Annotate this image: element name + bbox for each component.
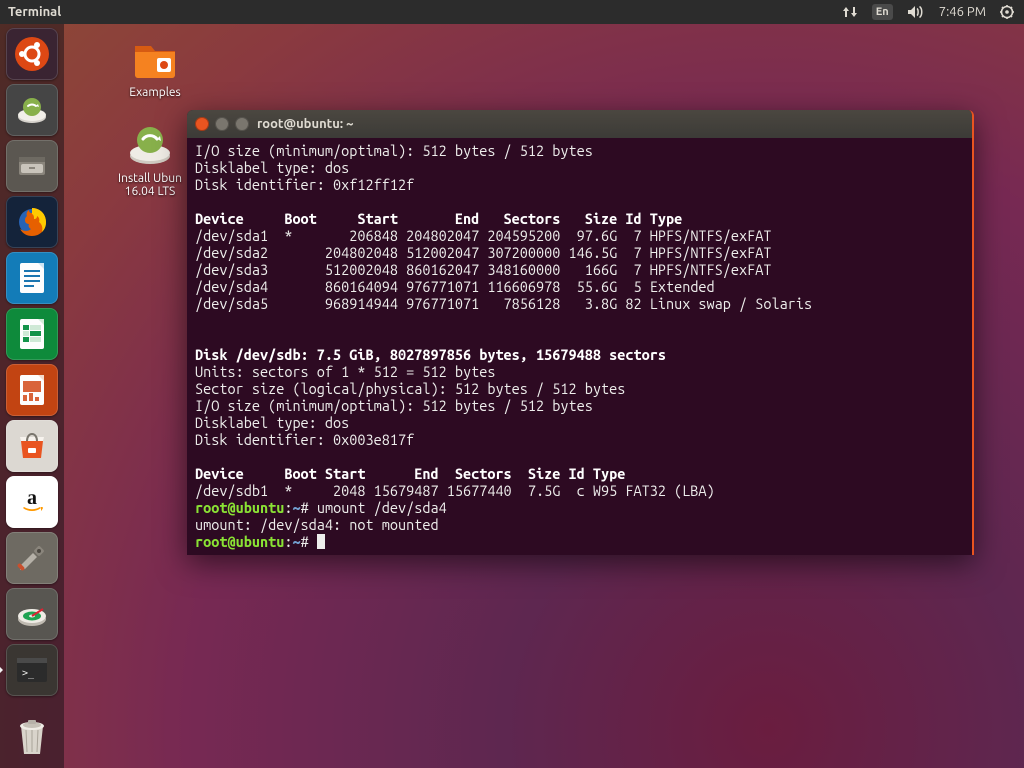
term-header: Disk /dev/sdb: 7.5 GiB, 8027897856 bytes… xyxy=(195,346,666,363)
term-line: Disklabel type: dos xyxy=(195,414,349,431)
ime-label: En xyxy=(872,4,893,20)
cursor-icon xyxy=(317,534,325,549)
desktop-icon-label-line2: 16.04 LTS xyxy=(100,185,200,198)
launcher-gparted[interactable] xyxy=(6,588,58,640)
term-row: /dev/sda3 512002048 860162047 348160000 … xyxy=(195,261,772,278)
install-icon xyxy=(126,120,174,168)
launcher-software[interactable] xyxy=(6,420,58,472)
prompt-sym: # xyxy=(301,499,309,516)
launcher: a >_ xyxy=(0,24,64,768)
launcher-amazon[interactable]: a xyxy=(6,476,58,528)
launcher-firefox[interactable] xyxy=(6,196,58,248)
session-indicator[interactable] xyxy=(1000,5,1014,19)
term-row: /dev/sdb1 * 2048 15679487 15677440 7.5G … xyxy=(195,482,715,499)
trash-icon xyxy=(12,714,52,758)
desktop-icon-examples[interactable]: Examples xyxy=(105,34,205,99)
term-line: umount: /dev/sda4: not mounted xyxy=(195,516,439,533)
menubar-app-title: Terminal xyxy=(0,5,61,19)
term-line: Disk identifier: 0x003e817f xyxy=(195,431,414,448)
calc-icon xyxy=(17,317,47,351)
term-cmd: umount /dev/sda4 xyxy=(317,499,447,516)
launcher-calc[interactable] xyxy=(6,308,58,360)
writer-icon xyxy=(17,261,47,295)
term-line: Sector size (logical/physical): 512 byte… xyxy=(195,380,625,397)
launcher-ubiquity[interactable] xyxy=(6,84,58,136)
amazon-icon: a xyxy=(17,487,47,517)
clock-indicator[interactable]: 7:46 PM xyxy=(939,5,986,19)
firefox-icon xyxy=(14,204,50,240)
term-row: /dev/sda1 * 206848 204802047 204595200 9… xyxy=(195,227,772,244)
gear-icon xyxy=(1000,5,1014,19)
clock-text: 7:46 PM xyxy=(939,5,986,19)
term-line: Units: sectors of 1 * 512 = 512 bytes xyxy=(195,363,495,380)
prompt-user: root@ubuntu xyxy=(195,533,284,550)
launcher-settings[interactable] xyxy=(6,532,58,584)
ubuntu-logo-icon xyxy=(14,36,50,72)
terminal-body[interactable]: I/O size (minimum/optimal): 512 bytes / … xyxy=(187,138,972,555)
desktop-icon-label: Examples xyxy=(105,86,205,99)
prompt-sym: # xyxy=(301,533,309,550)
term-row: /dev/sda2 204802048 512002047 307200000 … xyxy=(195,244,772,261)
files-icon xyxy=(15,151,49,181)
sound-indicator[interactable] xyxy=(907,5,925,19)
top-menubar: Terminal En 7:46 PM xyxy=(0,0,1024,24)
term-line: Disklabel type: dos xyxy=(195,159,349,176)
disk-icon xyxy=(15,599,49,629)
launcher-trash[interactable] xyxy=(6,710,58,762)
prompt-path: ~ xyxy=(292,533,300,550)
window-close-button[interactable] xyxy=(195,117,209,131)
desktop-icon-label-line1: Install Ubun xyxy=(100,172,200,185)
svg-text:a: a xyxy=(27,487,37,509)
svg-text:>_: >_ xyxy=(22,668,35,679)
launcher-dash[interactable] xyxy=(6,28,58,80)
settings-icon xyxy=(15,541,49,575)
term-line: I/O size (minimum/optimal): 512 bytes / … xyxy=(195,142,593,159)
prompt-user: root@ubuntu xyxy=(195,499,284,516)
term-line: I/O size (minimum/optimal): 512 bytes / … xyxy=(195,397,593,414)
window-title: root@ubuntu: ~ xyxy=(257,117,354,131)
ime-indicator[interactable]: En xyxy=(872,4,893,20)
term-row: /dev/sda4 860164094 976771071 116606978 … xyxy=(195,278,715,295)
volume-icon xyxy=(907,5,925,19)
term-header: Device Boot Start End Sectors Size Id Ty… xyxy=(195,210,682,227)
prompt-path: ~ xyxy=(292,499,300,516)
window-minimize-button[interactable] xyxy=(215,117,229,131)
terminal-icon: >_ xyxy=(15,656,49,684)
software-icon xyxy=(15,430,49,462)
launcher-writer[interactable] xyxy=(6,252,58,304)
network-updown-icon xyxy=(842,5,858,19)
term-line: Disk identifier: 0xf12ff12f xyxy=(195,176,414,193)
window-maximize-button[interactable] xyxy=(235,117,249,131)
term-row: /dev/sda5 968914944 976771071 7856128 3.… xyxy=(195,295,812,312)
install-icon xyxy=(15,93,49,127)
folder-icon xyxy=(131,36,179,80)
terminal-window: root@ubuntu: ~ I/O size (minimum/optimal… xyxy=(187,110,974,555)
launcher-terminal[interactable]: >_ xyxy=(6,644,58,696)
launcher-files[interactable] xyxy=(6,140,58,192)
term-header: Device Boot Start End Sectors Size Id Ty… xyxy=(195,465,625,482)
window-titlebar[interactable]: root@ubuntu: ~ xyxy=(187,110,972,138)
launcher-impress[interactable] xyxy=(6,364,58,416)
impress-icon xyxy=(17,373,47,407)
network-indicator[interactable] xyxy=(842,5,858,19)
desktop-icon-install[interactable]: Install Ubun 16.04 LTS xyxy=(100,120,200,198)
